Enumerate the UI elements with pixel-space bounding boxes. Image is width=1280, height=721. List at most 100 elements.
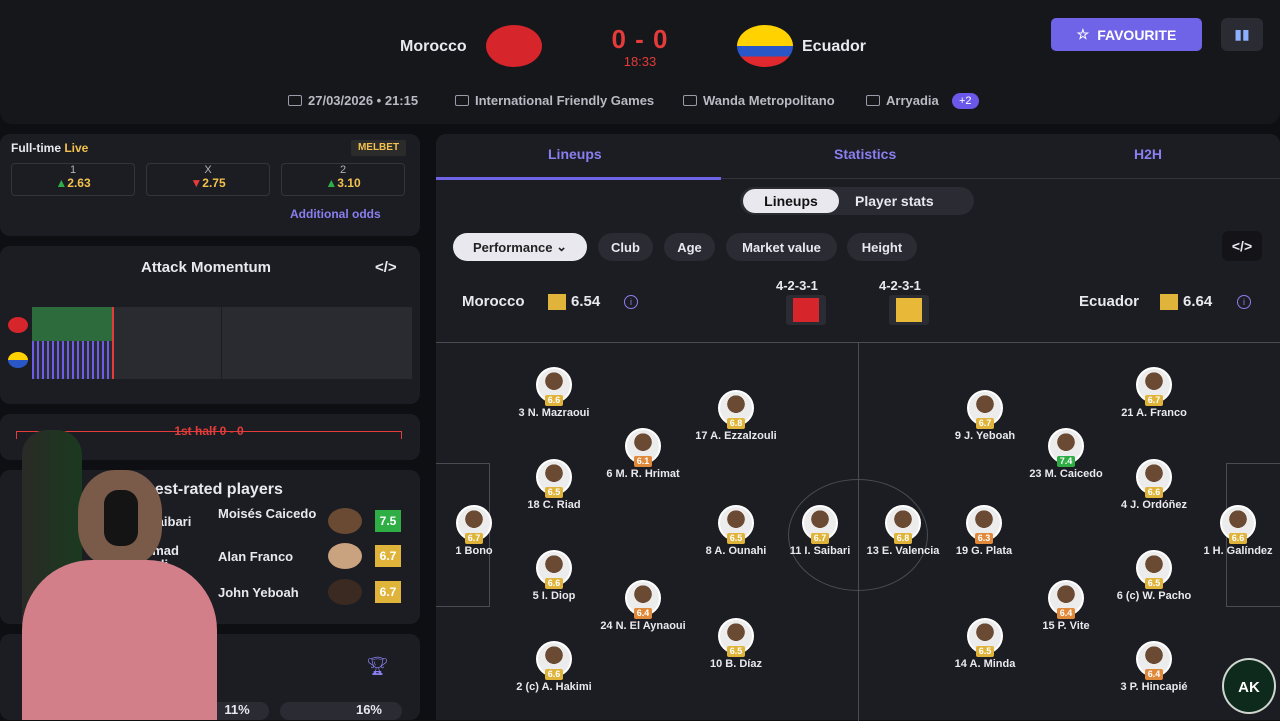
player-rating: 6.6 [545, 395, 563, 406]
prediction-away[interactable]: 16% [280, 702, 402, 720]
away-player[interactable]: 6.3 19 G. Plata [939, 505, 1029, 557]
filter-club[interactable]: Club [598, 233, 653, 261]
player-rating: 7.4 [1057, 456, 1075, 467]
player-name: 18 C. Riad [527, 499, 581, 511]
tab-statistics[interactable]: Statistics [834, 146, 896, 162]
player-name: 15 P. Vite [1042, 620, 1090, 632]
away-player[interactable]: 6.8 13 E. Valencia [858, 505, 948, 557]
player-rating: 6.4 [634, 608, 652, 619]
tab-divider [721, 178, 1280, 179]
player-rating: 6.8 [727, 418, 745, 429]
away-player[interactable]: 6.5 6 (c) W. Pacho [1109, 550, 1199, 602]
home-player[interactable]: 6.5 10 B. Díaz [691, 618, 781, 670]
home-player[interactable]: 6.4 24 N. El Aynaoui [598, 580, 688, 632]
player-name: 19 G. Plata [955, 545, 1013, 557]
home-jersey-icon [786, 295, 826, 325]
home-player[interactable]: 6.6 3 N. Mazraoui [509, 367, 599, 419]
away-player[interactable]: 6.4 3 P. Hincapié [1109, 641, 1199, 693]
home-formation: 4-2-3-1 [776, 278, 818, 293]
embed-code-icon[interactable]: </> [375, 259, 397, 276]
home-player[interactable]: 6.8 17 A. Ezzalzouli [691, 390, 781, 442]
filter-market-value[interactable]: Market value [726, 233, 837, 261]
layout-toggle-icon[interactable]: ▮▮ [1221, 18, 1263, 51]
momentum-divider [221, 307, 222, 379]
filter-height[interactable]: Height [847, 233, 917, 261]
home-player[interactable]: 6.5 18 C. Riad [509, 459, 599, 511]
home-team-name[interactable]: Morocco [400, 38, 467, 56]
home-team-rating: 6.54 [571, 293, 601, 310]
top-players-title: hest-rated players [145, 481, 283, 498]
home-player[interactable]: 6.6 2 (c) A. Hakimi [509, 641, 599, 693]
star-icon: ☆ [1076, 26, 1090, 42]
additional-odds-link[interactable]: Additional odds [290, 207, 381, 221]
top-player-1-avatar [328, 508, 362, 534]
player-rating: 6.5 [727, 533, 745, 544]
player-name: 21 A. Franco [1121, 407, 1187, 419]
top-player-1-name[interactable]: Moisés Caicedo [218, 506, 318, 521]
away-player[interactable]: 7.4 23 M. Caicedo [1021, 428, 1111, 480]
away-rating-badge-icon [1160, 294, 1178, 310]
home-player[interactable]: 6.1 6 M. R. Hrimat [598, 428, 688, 480]
players-layer: 6.6 3 N. Mazraoui 6.5 18 C. Riad 6.6 5 I. Dio… [436, 342, 1280, 720]
away-jersey-icon [889, 295, 929, 325]
tv-icon [866, 95, 880, 106]
trophy-icon [455, 95, 469, 106]
info-icon[interactable]: i [1237, 295, 1251, 309]
player-rating: 6.6 [1145, 487, 1163, 498]
player-rating: 6.1 [634, 456, 652, 467]
competition[interactable]: International Friendly Games [455, 93, 654, 108]
top-player-3-avatar [328, 579, 362, 605]
player-name: 23 M. Caicedo [1029, 468, 1103, 480]
player-name: 9 J. Yeboah [954, 430, 1016, 442]
top-player-3-name[interactable]: John Yeboah [218, 585, 299, 600]
more-channels-badge[interactable]: +2 [952, 93, 979, 109]
top-player-2-avatar [328, 543, 362, 569]
odds-panel: Full-time Live MELBET 1 ▲2.63 X ▼2.75 2 ▲3.… [0, 134, 420, 236]
odd-away[interactable]: 2 ▲3.10 [281, 163, 405, 196]
away-player[interactable]: 6.6 4 J. Ordóñez [1109, 459, 1199, 511]
top-player-2-name[interactable]: Alan Franco [218, 549, 293, 564]
player-rating: 6.6 [1229, 533, 1247, 544]
filter-performance[interactable]: Performance ⌄ [453, 233, 587, 261]
player-name: 13 E. Valencia [866, 545, 940, 557]
away-player[interactable]: 6.4 15 P. Vite [1021, 580, 1111, 632]
away-player[interactable]: 6.5 14 A. Minda [940, 618, 1030, 670]
home-player[interactable]: 6.7 11 I. Saibari [775, 505, 865, 557]
chevron-down-icon: ⌄ [556, 239, 567, 254]
player-name: 11 I. Saibari [789, 545, 851, 557]
subtab-player-stats[interactable]: Player stats [855, 193, 934, 209]
player-name: 6 M. R. Hrimat [606, 468, 680, 480]
ecuador-small-flag-icon [8, 352, 28, 368]
odd-draw[interactable]: X ▼2.75 [146, 163, 270, 196]
subtab-lineups[interactable]: Lineups [743, 189, 839, 213]
home-player[interactable]: 6.6 5 I. Diop [509, 550, 599, 602]
lineup-home-team: Morocco [462, 293, 525, 310]
away-player[interactable]: 6.7 21 A. Franco [1109, 367, 1199, 419]
odds-title: Full-time Live [11, 141, 89, 155]
player-rating: 6.7 [811, 533, 829, 544]
morocco-flag-icon [486, 25, 542, 67]
venue: Wanda Metropolitano [683, 93, 835, 108]
tab-lineups[interactable]: Lineups [548, 146, 602, 162]
home-player[interactable]: 6.7 1 Bono [429, 505, 519, 557]
player-name: 3 N. Mazraoui [518, 407, 590, 419]
away-team-name[interactable]: Ecuador [802, 38, 866, 56]
momentum-away-bars [32, 341, 112, 379]
player-rating: 6.7 [465, 533, 483, 544]
away-player[interactable]: 6.6 1 H. Galíndez [1193, 505, 1280, 557]
odd-home[interactable]: 1 ▲2.63 [11, 163, 135, 196]
player-rating: 6.4 [1057, 608, 1075, 619]
score: 0 - 0 [611, 24, 669, 54]
home-player[interactable]: 6.5 8 A. Ounahi [691, 505, 781, 557]
player-name: 24 N. El Aynaoui [600, 620, 686, 632]
tab-h2h[interactable]: H2H [1134, 146, 1162, 162]
away-player[interactable]: 6.7 9 J. Yeboah [940, 390, 1030, 442]
favourite-button[interactable]: ☆ FAVOURITE [1051, 18, 1202, 51]
streamer-logo: AK [1222, 658, 1276, 714]
trophy-icon[interactable]: 🏆︎ [366, 656, 389, 677]
filter-age[interactable]: Age [664, 233, 715, 261]
info-icon[interactable]: i [624, 295, 638, 309]
stadium-icon [683, 95, 697, 106]
embed-lineup-icon[interactable]: </> [1222, 231, 1262, 261]
bookmaker-logo[interactable]: MELBET [351, 140, 406, 156]
